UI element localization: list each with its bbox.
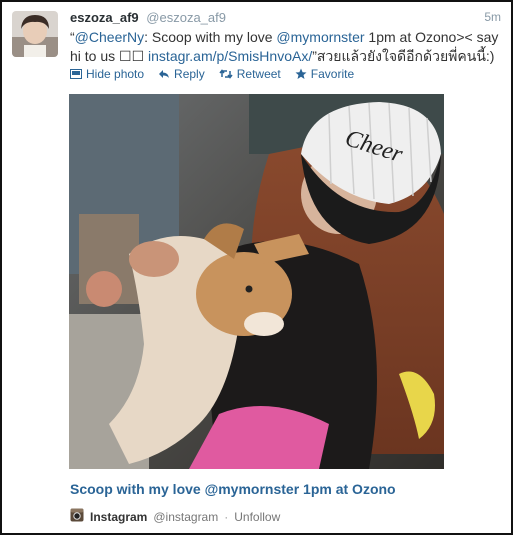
- favorite-label: Favorite: [310, 67, 355, 81]
- tweet-text-part3: ”สวยแล้วยังใจดีอีกด้วยพี่คนนี้:): [312, 48, 495, 64]
- reply-button[interactable]: Reply: [158, 67, 205, 81]
- hide-photo-button[interactable]: Hide photo: [70, 67, 144, 81]
- source-app-handle[interactable]: @instagram: [153, 510, 218, 524]
- user-handle[interactable]: @eszoza_af9: [146, 10, 226, 25]
- instagram-link[interactable]: instagr.am/p/SmisHnvoAx/: [148, 48, 312, 64]
- reply-label: Reply: [174, 67, 205, 81]
- user-name[interactable]: eszoza_af9: [70, 10, 139, 25]
- retweet-icon: [219, 69, 233, 79]
- separator: ·: [224, 509, 229, 524]
- tweet-text: “@CheerNy: Scoop with my love @mymornste…: [70, 28, 500, 66]
- mention-mymornster[interactable]: @mymornster: [276, 29, 364, 45]
- media-source: Instagram @instagram · Unfollow: [70, 508, 280, 525]
- reply-icon: [158, 69, 170, 79]
- hide-photo-label: Hide photo: [86, 67, 145, 81]
- favorite-button[interactable]: Favorite: [295, 67, 354, 81]
- star-icon: [295, 68, 307, 80]
- instagram-icon: [70, 508, 84, 525]
- photo-icon: [70, 69, 82, 79]
- tweet-photo[interactable]: Cheer: [69, 94, 444, 469]
- source-app-name[interactable]: Instagram: [90, 510, 147, 524]
- unfollow-button[interactable]: Unfollow: [234, 510, 280, 524]
- retweet-label: Retweet: [236, 67, 281, 81]
- tweet-actions: Hide photo Reply Retweet Favorite: [70, 66, 354, 82]
- retweet-button[interactable]: Retweet: [219, 67, 281, 81]
- tweet-header: eszoza_af9 @eszoza_af9 5m: [70, 10, 501, 28]
- mention-cheerny[interactable]: @CheerNy: [75, 29, 144, 45]
- avatar[interactable]: [12, 11, 58, 57]
- tweet-text-part1: : Scoop with my love: [144, 29, 277, 45]
- photo-caption[interactable]: Scoop with my love @mymornster 1pm at Oz…: [70, 481, 396, 497]
- timestamp[interactable]: 5m: [484, 10, 501, 24]
- tweet-card: eszoza_af9 @eszoza_af9 5m “@CheerNy: Sco…: [0, 0, 513, 535]
